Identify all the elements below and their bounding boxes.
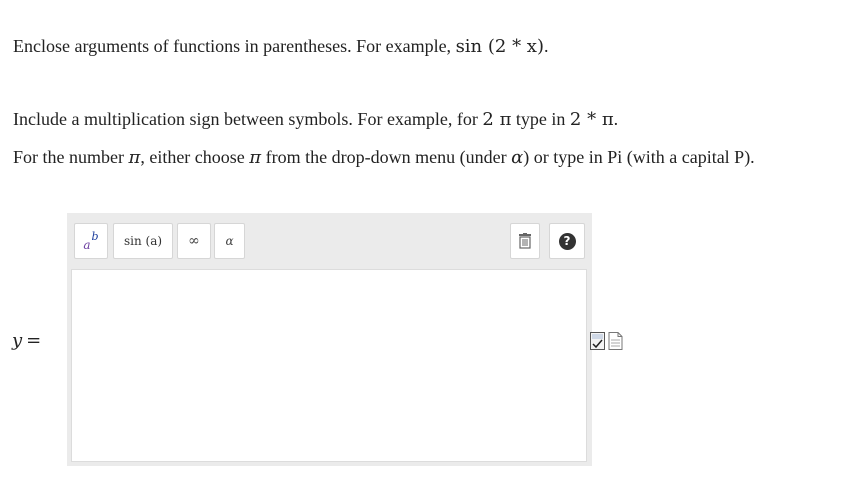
math-editor: ab sin (a) ∞ α ? xyxy=(67,213,592,466)
instruction-pi: For the number π, either choose π from t… xyxy=(13,146,755,169)
function-button[interactable]: sin (a) xyxy=(113,223,173,259)
instruction-text: , either choose xyxy=(140,147,250,167)
example-expression: sin (2 * x) xyxy=(455,36,544,57)
power-button[interactable]: ab xyxy=(74,223,108,259)
pi-symbol: π xyxy=(128,147,141,168)
power-base: a xyxy=(83,238,91,252)
punctuation: . xyxy=(613,109,619,129)
function-button-label: sin (a) xyxy=(123,234,163,248)
punctuation: . xyxy=(543,36,549,56)
instruction-text: from the drop-down menu (under xyxy=(261,147,512,167)
equation-preview-icon[interactable] xyxy=(590,332,605,350)
equals-sign: = xyxy=(26,330,42,351)
greek-letters-button[interactable]: α xyxy=(214,223,245,259)
instruction-multiplication: Include a multiplication sign between sy… xyxy=(13,108,618,131)
infinity-button[interactable]: ∞ xyxy=(177,223,211,259)
instruction-text: type in xyxy=(511,109,570,129)
answer-variable: y xyxy=(12,330,23,351)
side-tools xyxy=(590,332,623,350)
instruction-functions: Enclose arguments of functions in parent… xyxy=(13,35,548,58)
pi-symbol: π xyxy=(249,147,262,168)
instruction-text: Include a multiplication sign between sy… xyxy=(13,109,483,129)
alpha-symbol: α xyxy=(511,147,524,168)
example-expression: 2 * π xyxy=(569,109,614,130)
greek-button-label: α xyxy=(225,234,234,248)
help-icon: ? xyxy=(558,232,576,250)
document-icon[interactable] xyxy=(608,332,623,350)
example-expression: 2 π xyxy=(482,109,512,130)
help-button[interactable]: ? xyxy=(549,223,585,259)
power-exponent: b xyxy=(91,229,99,243)
instruction-text: ) or type in Pi (with a capital P). xyxy=(523,147,755,167)
clear-button[interactable] xyxy=(510,223,540,259)
answer-label: y = xyxy=(12,330,41,351)
trash-icon xyxy=(519,233,531,249)
editor-toolbar: ab sin (a) ∞ α ? xyxy=(67,213,592,269)
answer-input[interactable] xyxy=(71,269,587,462)
instruction-text: For the number xyxy=(13,147,129,167)
instruction-text: Enclose arguments of functions in parent… xyxy=(13,36,456,56)
infinity-button-label: ∞ xyxy=(188,233,200,249)
